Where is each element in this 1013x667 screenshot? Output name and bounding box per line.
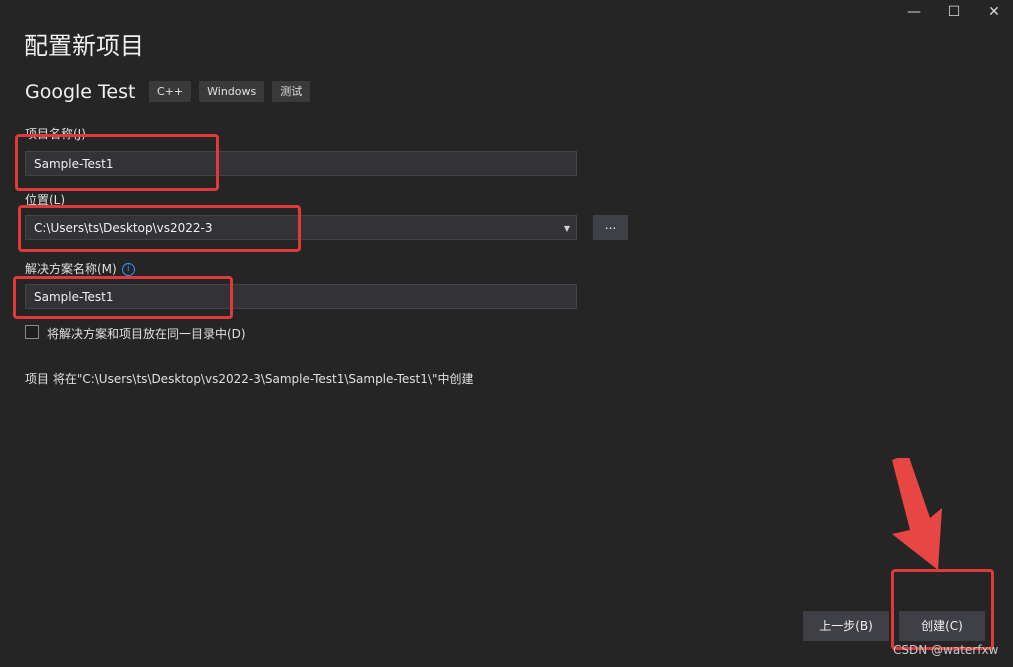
same-directory-checkbox[interactable] (25, 325, 39, 339)
maximize-button[interactable]: ☐ (939, 2, 969, 22)
annotation-arrow-icon (892, 458, 942, 570)
creation-summary: 项目 将在"C:\Users\ts\Desktop\vs2022-3\Sampl… (25, 372, 474, 386)
back-button[interactable]: 上一步(B) (803, 611, 889, 641)
tag-language: C++ (149, 81, 192, 102)
chevron-down-icon[interactable]: ▼ (564, 216, 570, 241)
template-tags: C++ Windows 测试 (149, 81, 311, 102)
create-button[interactable]: 创建(C) (899, 611, 985, 641)
template-name: Google Test (25, 81, 136, 103)
solution-name-label-row: 解决方案名称(M) i (25, 260, 135, 277)
same-directory-label[interactable]: 将解决方案和项目放在同一目录中(D) (47, 325, 246, 342)
annotation-box-project-name (15, 134, 219, 191)
annotation-box-solution-name (13, 276, 233, 319)
annotation-box-location (18, 205, 301, 252)
page-title: 配置新项目 (24, 32, 144, 60)
browse-button[interactable]: ... (593, 215, 628, 240)
close-button[interactable]: ✕ (979, 2, 1009, 22)
tag-platform: Windows (199, 81, 265, 102)
minimize-button[interactable]: — (899, 2, 929, 22)
info-icon[interactable]: i (121, 263, 135, 276)
tag-type: 测试 (272, 81, 311, 102)
watermark: CSDN @waterfxw (893, 643, 999, 657)
solution-name-label: 解决方案名称(M) (25, 262, 117, 276)
